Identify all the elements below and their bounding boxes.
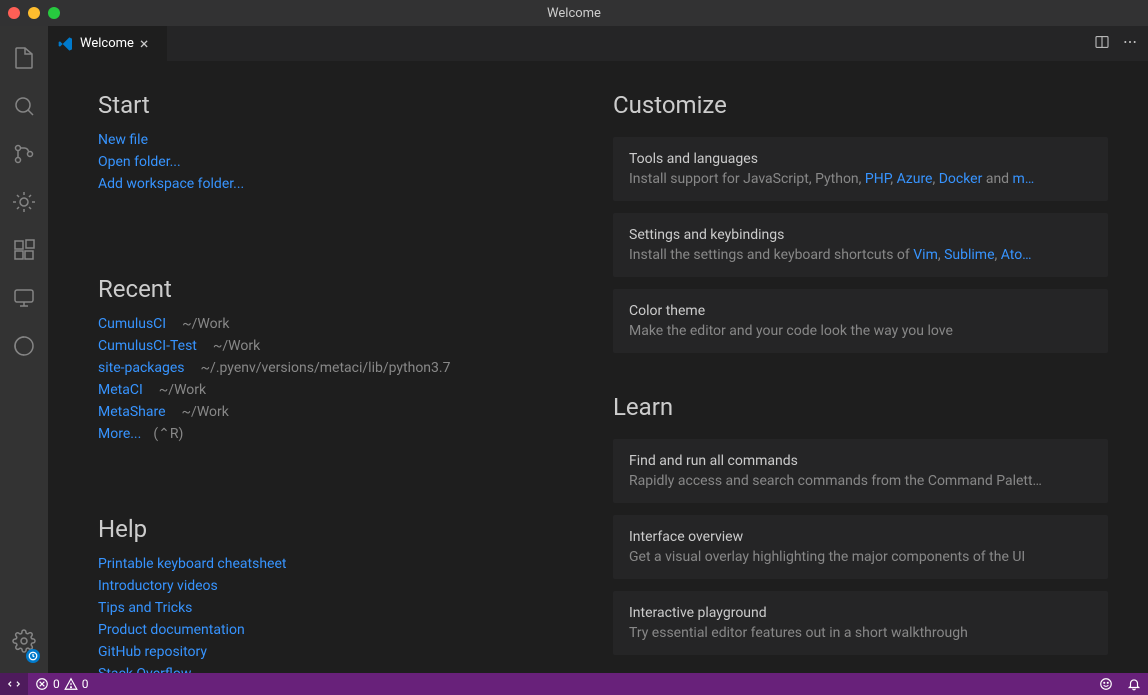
recent-item-path: ~/Work: [182, 401, 229, 423]
card-title: Settings and keybindings: [629, 227, 1092, 243]
search-icon[interactable]: [0, 82, 48, 130]
settings-gear-icon[interactable]: [0, 617, 48, 665]
notifications-icon[interactable]: [1120, 677, 1148, 691]
recent-item-link[interactable]: MetaCI: [98, 379, 143, 401]
card-find-commands[interactable]: Find and run all commands Rapidly access…: [613, 439, 1108, 503]
debug-icon[interactable]: [0, 178, 48, 226]
learn-title: Learn: [613, 393, 1108, 421]
docker-link[interactable]: Docker: [939, 171, 983, 187]
atom-link[interactable]: Ato…: [1001, 247, 1032, 263]
tab-bar: Welcome ×: [48, 26, 1148, 61]
source-control-icon[interactable]: [0, 130, 48, 178]
status-bar: 0 0: [0, 673, 1148, 695]
titlebar: Welcome: [0, 0, 1148, 26]
recent-item-link[interactable]: CumulusCI-Test: [98, 335, 197, 357]
start-section: Start New file Open folder... Add worksp…: [98, 91, 593, 195]
help-title: Help: [98, 515, 593, 543]
sublime-link[interactable]: Sublime: [944, 247, 994, 263]
recent-item-path: ~/Work: [159, 379, 206, 401]
recent-item-link[interactable]: CumulusCI: [98, 313, 166, 335]
tab-welcome[interactable]: Welcome ×: [48, 26, 168, 61]
warning-count: 0: [82, 677, 89, 691]
tab-label: Welcome: [80, 36, 134, 51]
tab-close-icon[interactable]: ×: [140, 36, 149, 52]
azure-link[interactable]: Azure: [897, 171, 933, 187]
recent-item-path: ~/.pyenv/versions/metaci/lib/python3.7: [201, 357, 451, 379]
card-tools-languages[interactable]: Tools and languages Install support for …: [613, 137, 1108, 201]
split-editor-icon[interactable]: [1094, 34, 1110, 54]
recent-shortcut: (⌃R): [153, 423, 183, 445]
card-desc: Rapidly access and search commands from …: [629, 473, 1092, 489]
recent-item-path: ~/Work: [182, 313, 229, 335]
help-section: Help Printable keyboard cheatsheet Intro…: [98, 515, 593, 673]
start-title: Start: [98, 91, 593, 119]
card-interface-overview[interactable]: Interface overview Get a visual overlay …: [613, 515, 1108, 579]
error-count: 0: [53, 677, 60, 691]
card-interactive-playground[interactable]: Interactive playground Try essential edi…: [613, 591, 1108, 655]
recent-more-link[interactable]: More...: [98, 423, 141, 445]
recent-item-link[interactable]: MetaShare: [98, 401, 166, 423]
customize-title: Customize: [613, 91, 1108, 119]
card-title: Find and run all commands: [629, 453, 1092, 469]
php-link[interactable]: PHP: [865, 171, 890, 187]
vscode-icon: [58, 36, 74, 52]
card-color-theme[interactable]: Color theme Make the editor and your cod…: [613, 289, 1108, 353]
remote-explorer-icon[interactable]: [0, 274, 48, 322]
add-workspace-folder-link[interactable]: Add workspace folder...: [98, 173, 593, 195]
help-stackoverflow-link[interactable]: Stack Overflow: [98, 663, 593, 673]
recent-item-link[interactable]: site-packages: [98, 357, 185, 379]
activity-bar: [0, 26, 48, 673]
card-title: Color theme: [629, 303, 1092, 319]
vim-link[interactable]: Vim: [913, 247, 938, 263]
extensions-icon[interactable]: [0, 226, 48, 274]
recent-item-path: ~/Work: [213, 335, 260, 357]
card-desc: Get a visual overlay highlighting the ma…: [629, 549, 1092, 565]
card-desc: Try essential editor features out in a s…: [629, 625, 1092, 641]
help-github-link[interactable]: GitHub repository: [98, 641, 593, 663]
help-videos-link[interactable]: Introductory videos: [98, 575, 593, 597]
more-actions-icon[interactable]: [1122, 34, 1138, 54]
card-title: Interface overview: [629, 529, 1092, 545]
maximize-window-button[interactable]: [48, 7, 60, 19]
window-title: Welcome: [0, 6, 1148, 21]
help-docs-link[interactable]: Product documentation: [98, 619, 593, 641]
card-title: Interactive playground: [629, 605, 1092, 621]
problems-indicator[interactable]: 0 0: [28, 673, 96, 695]
clock-badge-icon: [26, 649, 40, 663]
minimize-window-button[interactable]: [28, 7, 40, 19]
help-tips-link[interactable]: Tips and Tricks: [98, 597, 593, 619]
card-desc: Install the settings and keyboard shortc…: [629, 247, 1092, 263]
help-cheatsheet-link[interactable]: Printable keyboard cheatsheet: [98, 553, 593, 575]
new-file-link[interactable]: New file: [98, 129, 593, 151]
card-desc: Install support for JavaScript, Python, …: [629, 171, 1092, 187]
feedback-icon[interactable]: [1092, 677, 1120, 691]
card-desc: Make the editor and your code look the w…: [629, 323, 1092, 339]
docker-icon[interactable]: [0, 322, 48, 370]
more-link[interactable]: m…: [1013, 171, 1035, 187]
remote-indicator[interactable]: [0, 673, 28, 695]
close-window-button[interactable]: [8, 7, 20, 19]
recent-title: Recent: [98, 275, 593, 303]
card-settings-keybindings[interactable]: Settings and keybindings Install the set…: [613, 213, 1108, 277]
card-title: Tools and languages: [629, 151, 1092, 167]
explorer-icon[interactable]: [0, 34, 48, 82]
recent-section: Recent CumulusCI~/Work CumulusCI-Test~/W…: [98, 275, 593, 445]
open-folder-link[interactable]: Open folder...: [98, 151, 593, 173]
